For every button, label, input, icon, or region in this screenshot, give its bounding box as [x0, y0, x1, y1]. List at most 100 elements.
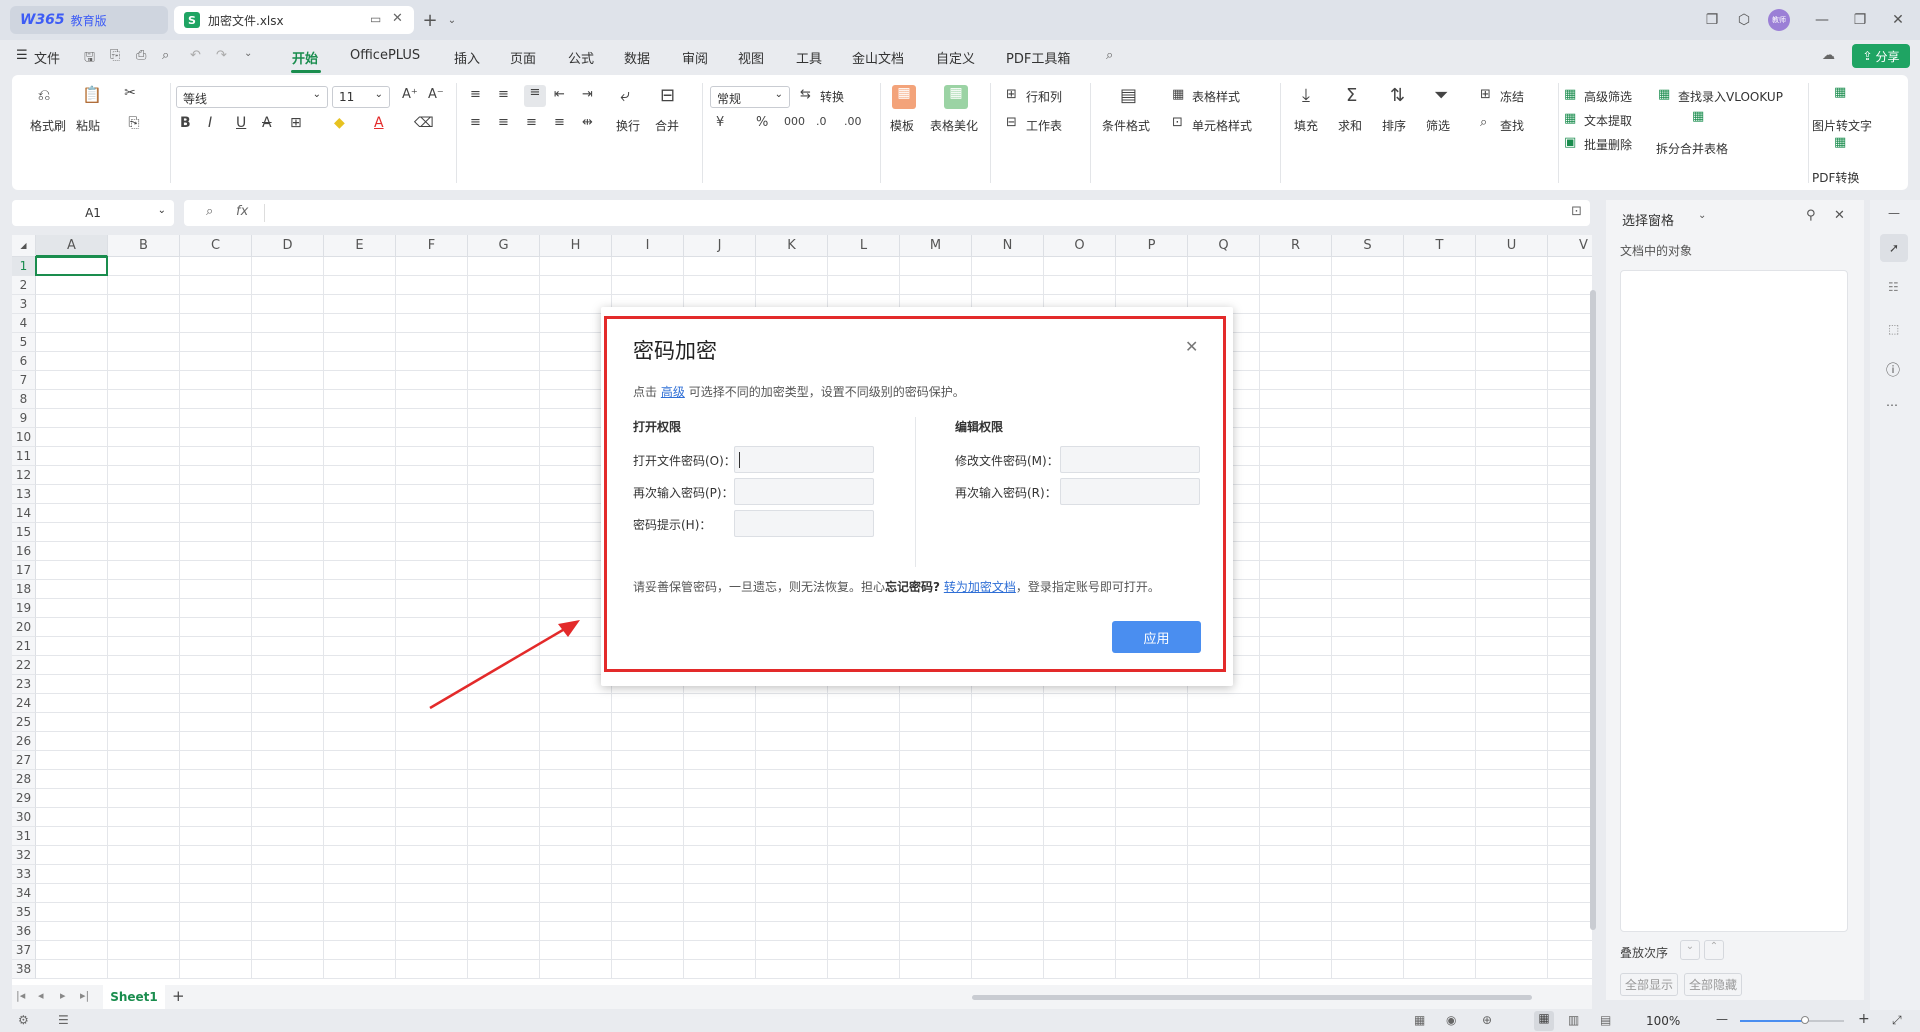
- row-header-9[interactable]: 9: [12, 409, 36, 428]
- eye-icon[interactable]: ◉: [1446, 1013, 1456, 1027]
- menu-data[interactable]: 数据: [624, 48, 650, 67]
- justify-icon[interactable]: ≡: [554, 115, 565, 130]
- hide-all-button[interactable]: 全部隐藏: [1684, 973, 1743, 996]
- print-icon[interactable]: ⎙: [136, 48, 146, 63]
- fullscreen-icon[interactable]: ⤢: [1892, 1013, 1902, 1028]
- crosshair-icon[interactable]: ⊕: [1482, 1013, 1492, 1027]
- minimize-icon[interactable]: —: [1812, 10, 1832, 30]
- row-header-1[interactable]: 1: [12, 257, 36, 276]
- expand-formula-icon[interactable]: ⊡: [1571, 204, 1582, 219]
- indent-decrease-icon[interactable]: ⇤: [554, 87, 565, 102]
- help-icon[interactable]: ⓘ: [1886, 360, 1900, 380]
- table-view-icon[interactable]: ▦: [1414, 1013, 1425, 1027]
- underline-icon[interactable]: U: [236, 115, 246, 131]
- row-header-37[interactable]: 37: [12, 941, 36, 960]
- column-header-g[interactable]: G: [468, 235, 540, 257]
- font-name-select[interactable]: 等线 ⌄: [176, 86, 328, 108]
- name-box[interactable]: A1 ⌄: [12, 200, 174, 226]
- open-password-field[interactable]: [734, 446, 874, 473]
- selection-pane-title[interactable]: 选择窗格: [1622, 210, 1674, 229]
- menu-view[interactable]: 视图: [738, 48, 764, 67]
- sheet-list-icon[interactable]: ☰: [58, 1013, 69, 1027]
- fill-color-icon[interactable]: ◆: [334, 115, 345, 131]
- strikethrough-icon[interactable]: A: [262, 115, 272, 131]
- column-header-j[interactable]: J: [684, 235, 756, 257]
- menu-kdocs[interactable]: 金山文档: [852, 48, 904, 67]
- column-header-u[interactable]: U: [1476, 235, 1548, 257]
- row-header-11[interactable]: 11: [12, 447, 36, 466]
- distribute-icon[interactable]: ⇹: [582, 115, 593, 130]
- advanced-filter-button[interactable]: 高级筛选: [1584, 88, 1632, 105]
- column-header-k[interactable]: K: [756, 235, 828, 257]
- object-list[interactable]: [1620, 270, 1848, 932]
- row-header-30[interactable]: 30: [12, 808, 36, 827]
- row-header-23[interactable]: 23: [12, 675, 36, 694]
- zoom-in-icon[interactable]: +: [1858, 1011, 1870, 1027]
- column-header-l[interactable]: L: [828, 235, 900, 257]
- row-col-button[interactable]: 行和列: [1026, 88, 1062, 105]
- copy-icon[interactable]: ⎘: [120, 115, 148, 131]
- row-header-25[interactable]: 25: [12, 713, 36, 732]
- prev-sheet-icon[interactable]: ◂: [38, 989, 44, 1002]
- sort-button[interactable]: 排序: [1382, 117, 1406, 134]
- page-layout-icon[interactable]: ▥: [1568, 1013, 1579, 1027]
- row-header-36[interactable]: 36: [12, 922, 36, 941]
- percent-icon[interactable]: %: [756, 115, 768, 130]
- menu-custom[interactable]: 自定义: [936, 48, 975, 67]
- zoom-slider-knob[interactable]: [1800, 1016, 1809, 1024]
- sum-button[interactable]: 求和: [1338, 117, 1362, 134]
- row-header-34[interactable]: 34: [12, 884, 36, 903]
- pin-icon[interactable]: ⚲: [1806, 208, 1816, 223]
- zoom-out-icon[interactable]: —: [1716, 1012, 1728, 1026]
- italic-icon[interactable]: I: [208, 115, 212, 131]
- conditional-format-button[interactable]: 条件格式: [1102, 117, 1150, 134]
- redo-icon[interactable]: ↷: [216, 48, 227, 63]
- column-header-q[interactable]: Q: [1188, 235, 1260, 257]
- column-header-p[interactable]: P: [1116, 235, 1188, 257]
- close-icon[interactable]: ✕: [1185, 337, 1198, 356]
- preview-icon[interactable]: ⌕: [162, 48, 169, 63]
- text-extract-button[interactable]: 文本提取: [1584, 112, 1632, 129]
- column-header-i[interactable]: I: [612, 235, 684, 257]
- open-reenter-field[interactable]: [734, 478, 874, 505]
- close-pane-icon[interactable]: ✕: [1834, 208, 1845, 223]
- export-icon[interactable]: ⎘: [110, 48, 120, 63]
- filter-button[interactable]: 筛选: [1426, 117, 1450, 134]
- border-icon[interactable]: ⊞: [290, 115, 302, 131]
- row-header-7[interactable]: 7: [12, 371, 36, 390]
- chevron-down-icon[interactable]: ⌄: [442, 10, 462, 30]
- share-button[interactable]: ⇪ 分享: [1852, 44, 1910, 68]
- template-button[interactable]: 模板: [890, 117, 914, 134]
- restore-icon[interactable]: ❐: [1850, 10, 1870, 30]
- worksheet-button[interactable]: 工作表: [1026, 117, 1062, 134]
- fill-button[interactable]: 填充: [1294, 117, 1318, 134]
- batch-delete-button[interactable]: 批量删除: [1584, 136, 1632, 153]
- function-icon[interactable]: fx: [236, 204, 248, 219]
- menu-tools[interactable]: 工具: [796, 48, 822, 67]
- page-break-icon[interactable]: ▤: [1600, 1013, 1611, 1027]
- align-left-icon[interactable]: ≡: [470, 115, 481, 130]
- first-sheet-icon[interactable]: |◂: [16, 989, 25, 1002]
- row-header-10[interactable]: 10: [12, 428, 36, 447]
- number-format-select[interactable]: 常规 ⌄: [710, 86, 790, 108]
- menu-home[interactable]: 开始: [292, 48, 318, 67]
- upload-cloud-icon[interactable]: ☁: [1822, 48, 1835, 63]
- menu-icon[interactable]: ☰: [16, 48, 28, 63]
- add-tab-button[interactable]: +: [420, 10, 440, 31]
- scissors-icon[interactable]: ✂: [120, 85, 140, 101]
- edit-shape-icon[interactable]: ⬚: [1888, 322, 1899, 336]
- row-header-26[interactable]: 26: [12, 732, 36, 751]
- macro-icon[interactable]: ⚙: [18, 1013, 29, 1027]
- row-header-5[interactable]: 5: [12, 333, 36, 352]
- column-header-v[interactable]: V: [1548, 235, 1592, 257]
- row-header-15[interactable]: 15: [12, 523, 36, 542]
- cell-style-button[interactable]: 单元格样式: [1192, 117, 1252, 134]
- row-header-8[interactable]: 8: [12, 390, 36, 409]
- move-down-button[interactable]: ⌄: [1680, 940, 1700, 960]
- row-header-35[interactable]: 35: [12, 903, 36, 922]
- row-header-2[interactable]: 2: [12, 276, 36, 295]
- select-all-corner[interactable]: ◢: [12, 235, 36, 257]
- avatar[interactable]: 教师: [1768, 9, 1790, 31]
- tab-wps-home[interactable]: W365 教育版: [10, 6, 168, 34]
- cursor-select-icon[interactable]: ➚: [1880, 234, 1908, 262]
